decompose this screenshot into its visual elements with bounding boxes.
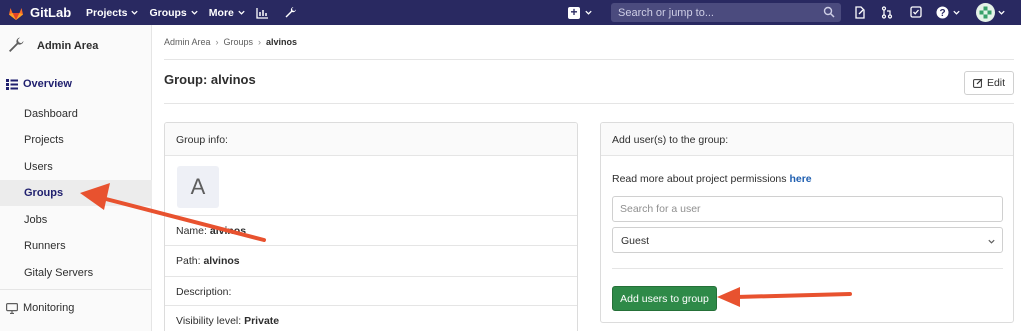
group-avatar: A: [177, 166, 219, 208]
new-dropdown[interactable]: +: [568, 0, 593, 25]
sidebar-item-gitaly-servers[interactable]: Gitaly Servers: [0, 260, 152, 286]
brand-name: GitLab: [30, 5, 72, 20]
sidebar-item-label: Users: [24, 161, 53, 173]
group-visibility-row: Visibility level: Private: [165, 305, 577, 331]
sidebar-section-monitoring[interactable]: Monitoring: [0, 295, 152, 321]
group-visibility-value: Private: [244, 315, 280, 327]
access-level-select[interactable]: Guest: [612, 227, 1003, 253]
wrench-icon: [9, 37, 24, 52]
chevron-down-icon: [988, 239, 995, 244]
edit-icon: [973, 78, 983, 88]
sidebar-title: Admin Area: [37, 40, 99, 52]
monitor-icon: [6, 303, 18, 314]
plus-icon: +: [568, 6, 580, 19]
page-title: Group: alvinos: [164, 72, 256, 87]
group-visibility-text: Visibility level: Private: [176, 315, 279, 327]
todo-check-icon[interactable]: [909, 5, 923, 19]
access-level-value: Guest: [621, 235, 650, 247]
nav-more[interactable]: More: [209, 7, 246, 19]
sidebar-item-jobs[interactable]: Jobs: [0, 207, 152, 233]
breadcrumb-separator: ›: [215, 37, 219, 47]
sidebar-item-runners[interactable]: Runners: [0, 233, 152, 259]
edit-button-label: Edit: [986, 77, 1006, 89]
chevron-down-icon: [952, 10, 960, 15]
breadcrumb-admin-area[interactable]: Admin Area: [164, 37, 211, 47]
sidebar-item-label: Dashboard: [24, 108, 78, 120]
overview-icon: [6, 79, 18, 90]
user-search-field[interactable]: [612, 196, 1003, 222]
group-visibility-label: Visibility level:: [176, 315, 242, 327]
sidebar-item-label: Gitaly Servers: [24, 267, 94, 279]
activity-chart-icon[interactable]: [256, 6, 270, 20]
add-users-card: Add user(s) to the group: Read more abou…: [600, 122, 1014, 323]
todo-doc-icon[interactable]: [853, 5, 867, 19]
top-navbar: GitLab Projects Groups More + Search or …: [0, 0, 1021, 25]
group-description-row: Description:: [165, 276, 577, 306]
group-info-header: Group info:: [165, 123, 577, 156]
permissions-text-label: Read more about project permissions: [612, 173, 787, 185]
chevron-down-icon: [585, 10, 592, 15]
merge-request-icon[interactable]: [880, 5, 894, 19]
sidebar-item-label: Projects: [24, 134, 64, 146]
search-placeholder: Search or jump to...: [618, 6, 714, 19]
chevron-down-icon: [131, 10, 139, 15]
gitlab-logo-icon: [9, 7, 23, 20]
breadcrumb-groups[interactable]: Groups: [224, 37, 254, 47]
sidebar-monitoring-label: Monitoring: [23, 302, 75, 314]
group-name-value: alvinos: [209, 225, 247, 237]
group-description-label: Description:: [176, 286, 232, 298]
sidebar-item-label: Runners: [24, 240, 66, 252]
help-dropdown[interactable]: ?: [934, 5, 962, 19]
sidebar-item-dashboard[interactable]: Dashboard: [0, 101, 152, 127]
sidebar-header[interactable]: Admin Area: [0, 25, 152, 67]
user-avatar[interactable]: [976, 3, 995, 22]
sidebar-item-users[interactable]: Users: [0, 154, 152, 180]
group-name-row: Name: alvinos: [165, 215, 577, 245]
sidebar-item-groups[interactable]: Groups: [0, 180, 152, 206]
nav-more-label: More: [208, 6, 234, 19]
breadcrumb-current[interactable]: alvinos: [266, 37, 297, 47]
nav-groups[interactable]: Groups: [149, 7, 198, 19]
group-path-label: Path:: [176, 255, 201, 267]
permissions-link[interactable]: here: [789, 173, 811, 185]
breadcrumb-separator: ›: [258, 37, 262, 47]
breadcrumb: Admin Area › Groups › alvinos: [164, 37, 297, 47]
chevron-down-icon: [238, 10, 245, 15]
nav-projects-label: Projects: [86, 6, 128, 19]
admin-wrench-icon[interactable]: [284, 6, 298, 20]
add-users-button[interactable]: Add users to group: [612, 286, 717, 311]
search-icon: [823, 6, 835, 18]
sidebar-item-projects[interactable]: Projects: [0, 127, 152, 153]
svg-text:?: ?: [939, 8, 945, 19]
title-divider: [164, 103, 1014, 104]
group-path-text: Path: alvinos: [176, 255, 240, 267]
gitlab-home-link[interactable]: GitLab: [8, 5, 86, 20]
user-search-input[interactable]: [613, 197, 1002, 221]
permissions-text: Read more about project permissions here: [612, 173, 812, 185]
edit-button[interactable]: Edit: [964, 71, 1014, 95]
sidebar-section-label: Overview: [23, 78, 72, 90]
group-name-text: Name: alvinos: [176, 225, 246, 237]
sidebar-section-overview[interactable]: Overview: [0, 70, 152, 98]
nav-groups-label: Groups: [149, 6, 187, 19]
nav-projects[interactable]: Projects: [86, 7, 139, 19]
group-path-row: Path: alvinos: [165, 245, 577, 275]
chevron-down-icon: [191, 10, 198, 15]
add-users-header: Add user(s) to the group:: [601, 123, 1013, 156]
add-users-divider: [612, 268, 1003, 269]
sidebar-item-label: Groups: [24, 187, 64, 199]
sidebar: Admin Area Overview Dashboard Projects U…: [0, 25, 152, 331]
help-icon: ?: [936, 6, 948, 19]
search-input[interactable]: Search or jump to...: [611, 3, 841, 22]
sidebar-divider: [0, 289, 152, 290]
group-info-title: Group info:: [176, 134, 228, 146]
group-path-value: alvinos: [203, 255, 240, 267]
chevron-down-icon[interactable]: [997, 8, 1006, 17]
breadcrumb-divider: [164, 59, 1014, 60]
sidebar-item-label: Jobs: [24, 214, 48, 226]
group-info-card: Group info: A Name: alvinos Path: alvino…: [164, 122, 578, 331]
add-users-title: Add user(s) to the group:: [612, 134, 729, 146]
group-name-label: Name:: [176, 225, 207, 237]
